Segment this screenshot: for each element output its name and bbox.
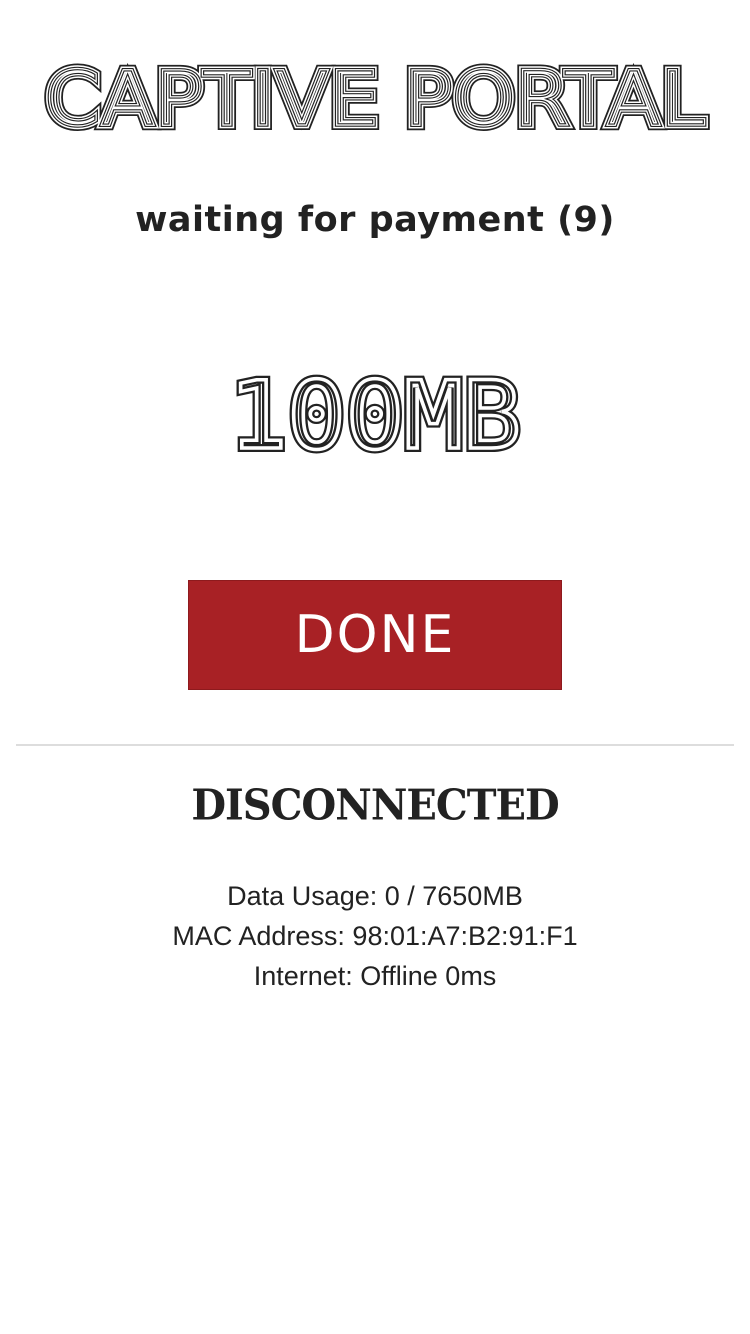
connection-status: DISCONNECTED <box>191 780 559 831</box>
title-text-inner: CAPTIVE PORTAL <box>45 54 705 142</box>
done-button[interactable]: DONE <box>188 580 562 690</box>
data-package-amount: 100MB 100MB <box>0 365 750 465</box>
internet-status-text: Internet: Offline 0ms <box>253 961 497 991</box>
mac-address-text: MAC Address: 98:01:A7:B2:91:F1 <box>172 921 578 951</box>
payment-status: waiting for payment (9) <box>135 200 615 240</box>
data-usage-text: Data Usage: 0 / 7650MB <box>227 881 523 911</box>
app-title: CAPTIVE PORTAL CAPTIVE PORTAL CAPTIVE PO… <box>0 52 750 142</box>
divider <box>16 744 734 746</box>
amount-text-inner: 100MB <box>229 365 521 465</box>
connection-info: Data Usage: 0 / 7650MB MAC Address: 98:0… <box>0 876 750 996</box>
